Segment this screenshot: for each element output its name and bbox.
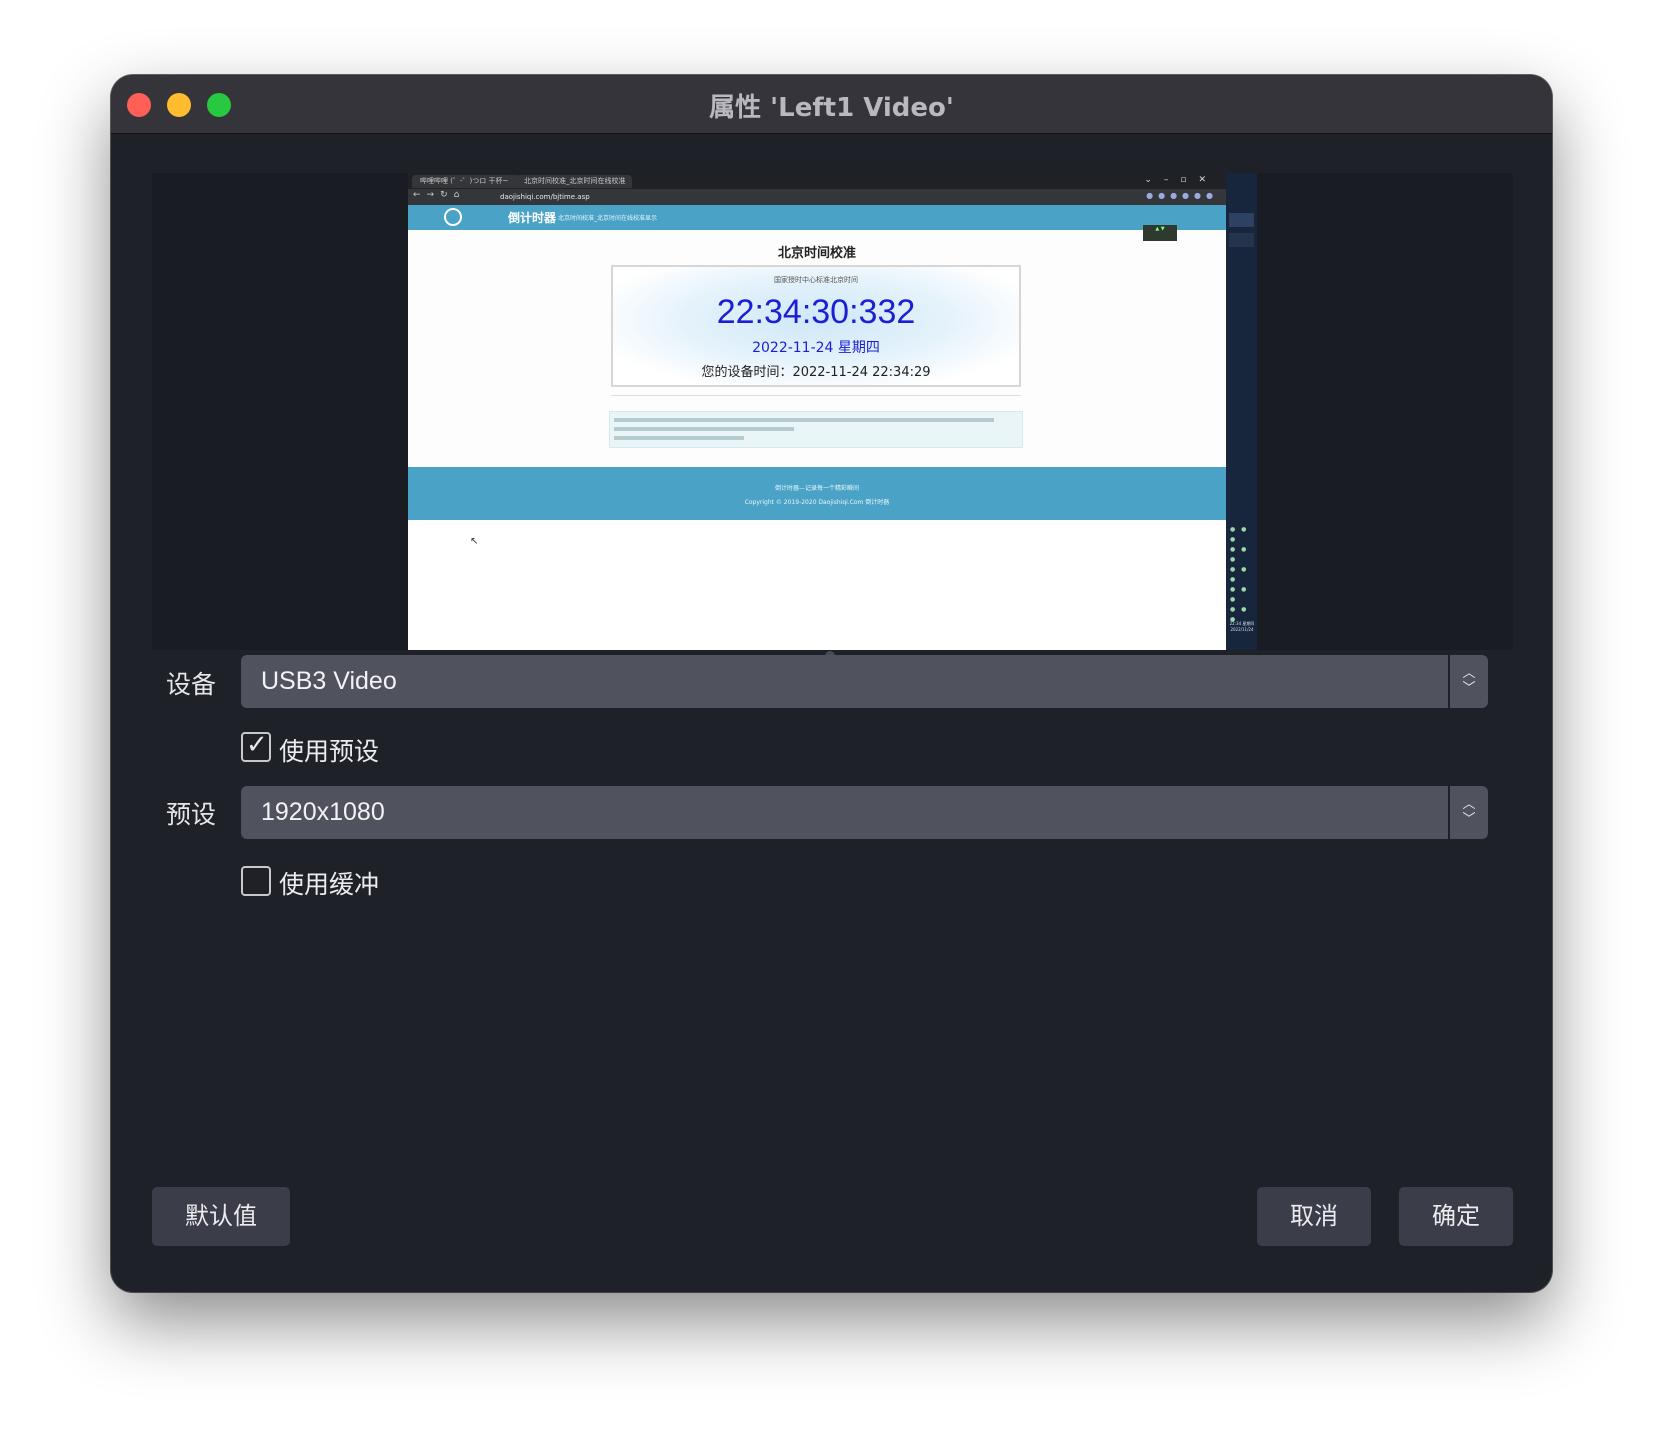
use-buffer-checkbox[interactable]	[241, 866, 271, 896]
clock-panel: 国家授时中心标准北京时间 22:34:30:332 2022-11-24 星期四…	[611, 265, 1021, 387]
desktop-taskbar: ● ● ● ● ● ● ● ● ● ● ● ● ● ● ● 22:34 星期四 2022…	[1226, 173, 1257, 650]
footer-slogan: 倒计时器—记录每一个精彩瞬间	[774, 485, 859, 492]
device-time: 您的设备时间：2022-11-24 22:34:29	[701, 365, 931, 380]
browser-tab-strip: 哔哩哔哩 (゜-゜)つロ 干杯~ 北京时间校准_北京时间在线校准 ⌄–▫✕	[408, 173, 1226, 189]
taskbar-app	[1229, 213, 1254, 227]
info-text-line	[614, 418, 994, 422]
defaults-button[interactable]: 默认值	[152, 1187, 290, 1246]
floating-badge: ▲ ▼	[1143, 225, 1177, 241]
taskbar-app	[1229, 233, 1254, 247]
chevron-up-down-icon[interactable]: ︿ ﹀	[1448, 786, 1488, 839]
preset-select-value: 1920x1080	[261, 798, 385, 826]
footer-copyright: Copyright © 2019-2020 Daojishiqi.Com 倒计时…	[744, 499, 890, 506]
divider	[611, 395, 1021, 396]
browser-tab: 哔哩哔哩 (゜-゜)つロ 干杯~	[412, 175, 520, 188]
chevron-up-down-icon[interactable]: ︿ ﹀	[1448, 655, 1488, 708]
site-footer: 倒计时器—记录每一个精彩瞬间 Copyright © 2019-2020 Dao…	[408, 467, 1226, 520]
properties-window: 属性 'Left1 Video' 哔哩哔哩 (゜-゜)つロ 干杯~ 北京时间校准…	[111, 75, 1552, 1292]
browser-tab-active: 北京时间校准_北京时间在线校准	[516, 175, 632, 188]
site-header: 倒计时器 北京时间校准_北京时间在线校准显示	[408, 205, 1226, 230]
site-name: 倒计时器	[508, 211, 557, 225]
use-preset-checkbox[interactable]: ✓	[241, 730, 271, 762]
preset-label: 预设	[166, 800, 217, 829]
browser-address-bar: ←→↻⌂ daojishiqi.com/bjtime.asp ●●●●●●	[408, 189, 1226, 205]
check-icon: ✓	[246, 730, 268, 760]
device-select-value: USB3 Video	[261, 667, 397, 695]
captured-screen: 哔哩哔哩 (゜-゜)つロ 干杯~ 北京时间校准_北京时间在线校准 ⌄–▫✕ ←→…	[408, 173, 1257, 650]
device-label: 设备	[166, 670, 217, 699]
info-notice	[609, 411, 1023, 448]
clock-time: 22:34:30:332	[716, 293, 916, 331]
preset-select[interactable]: 1920x1080 ︿ ﹀	[241, 786, 1488, 839]
ok-button[interactable]: 确定	[1399, 1187, 1513, 1246]
device-select[interactable]: USB3 Video ︿ ﹀	[241, 655, 1488, 708]
browser-url: daojishiqi.com/bjtime.asp	[500, 193, 590, 201]
window-title: 属性 'Left1 Video'	[709, 93, 954, 123]
browser-nav-icons: ←→↻⌂	[413, 190, 466, 200]
video-preview: 哔哩哔哩 (゜-゜)つロ 干杯~ 北京时间校准_北京时间在线校准 ⌄–▫✕ ←→…	[152, 173, 1513, 650]
site-body: 北京时间校准 国家授时中心标准北京时间 22:34:30:332 2022-11…	[408, 230, 1226, 467]
cancel-button[interactable]: 取消	[1257, 1187, 1371, 1246]
mouse-cursor-icon: ↖	[470, 536, 479, 547]
use-preset-label[interactable]: 使用预设	[279, 732, 379, 768]
page-title: 北京时间校准	[777, 246, 856, 261]
info-text-line	[614, 427, 794, 431]
use-buffer-label[interactable]: 使用缓冲	[279, 865, 379, 901]
window-controls-icon: ⌄–▫✕	[1144, 175, 1218, 185]
info-text-line	[614, 436, 744, 440]
site-tagline: 北京时间校准_北京时间在线校准显示	[558, 215, 658, 222]
title-bar[interactable]: 属性 'Left1 Video'	[111, 75, 1552, 134]
clock-source: 国家授时中心标准北京时间	[774, 276, 858, 284]
browser-extension-icons: ●●●●●●	[1146, 191, 1218, 200]
tray-icons: ● ● ● ● ● ● ● ● ● ● ● ● ● ● ●	[1230, 526, 1249, 623]
clock-logo-icon	[444, 208, 462, 226]
taskbar-clock: 22:34 星期四 2022/11/24	[1229, 621, 1255, 632]
clock-date: 2022-11-24 星期四	[752, 340, 880, 356]
